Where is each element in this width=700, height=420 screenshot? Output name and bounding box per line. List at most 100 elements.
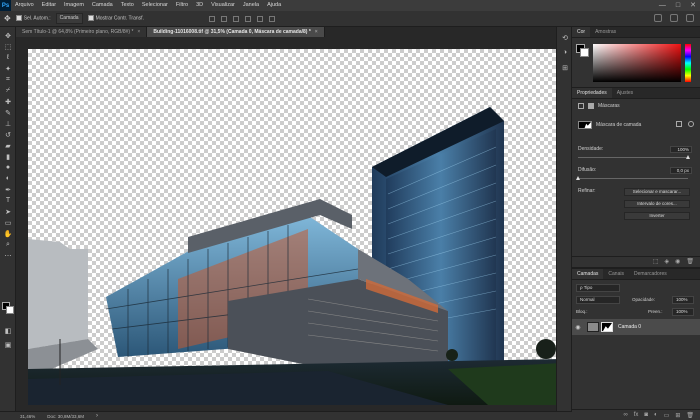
- menu-texto[interactable]: Texto: [117, 0, 138, 11]
- magic-wand-tool-icon[interactable]: ✦: [2, 63, 14, 74]
- menu-visualizar[interactable]: Visualizar: [207, 0, 239, 11]
- density-value[interactable]: 100%: [670, 146, 692, 153]
- eye-icon[interactable]: ◉: [572, 324, 584, 331]
- history-icon[interactable]: ⟲: [560, 33, 570, 42]
- opacity-input[interactable]: 100%: [672, 296, 694, 304]
- color-range-button[interactable]: Intervalo de cores...: [624, 200, 690, 208]
- tab-sem-titulo[interactable]: Sem Título-1 @ 64,8% (Primeiro plano, RG…: [16, 27, 148, 37]
- dodge-tool-icon[interactable]: ◐: [2, 173, 14, 184]
- hand-tool-icon[interactable]: ✋: [2, 228, 14, 239]
- rectangle-tool-icon[interactable]: ▭: [2, 217, 14, 228]
- minimize-button[interactable]: —: [659, 0, 666, 11]
- quick-mask-icon[interactable]: ◧: [2, 325, 14, 336]
- menu-arquivo[interactable]: Arquivo: [11, 0, 38, 11]
- gradient-tool-icon[interactable]: ▮: [2, 151, 14, 162]
- tab-canais[interactable]: Canais: [603, 269, 629, 279]
- clone-stamp-tool-icon[interactable]: ⊥: [2, 118, 14, 129]
- invert-button[interactable]: Inverter: [624, 212, 690, 220]
- eyedropper-tool-icon[interactable]: ⌿: [2, 85, 14, 96]
- menu-ajuda[interactable]: Ajuda: [263, 0, 285, 11]
- layer-row[interactable]: ◉ Camada 0: [572, 319, 700, 335]
- add-mask-icon[interactable]: ◙: [644, 412, 648, 418]
- align-right-icon[interactable]: [268, 15, 275, 22]
- select-and-mask-button[interactable]: Selecionar e mascarar...: [624, 188, 690, 196]
- search-icon[interactable]: [654, 14, 662, 22]
- auto-select-dropdown[interactable]: Camada: [55, 13, 83, 24]
- document-canvas[interactable]: [28, 49, 562, 405]
- vector-mask-icon[interactable]: [588, 103, 594, 109]
- close-window-button[interactable]: ✕: [690, 0, 696, 11]
- close-tab-icon[interactable]: ×: [137, 29, 140, 35]
- menu-3d[interactable]: 3D: [192, 0, 207, 11]
- move-tool-icon[interactable]: ✥: [2, 30, 14, 41]
- menu-filtro[interactable]: Filtro: [172, 0, 192, 11]
- more-tools-icon[interactable]: ⋯: [2, 250, 14, 261]
- feather-value[interactable]: 0,0 px: [670, 167, 692, 174]
- tab-camadas[interactable]: Camadas: [572, 269, 604, 279]
- tab-propriedades[interactable]: Propriedades: [572, 88, 612, 98]
- align-middle-icon[interactable]: [220, 15, 227, 22]
- healing-brush-tool-icon[interactable]: ✚: [2, 96, 14, 107]
- layer-mask-thumbnail[interactable]: [601, 322, 613, 332]
- visibility-icon[interactable]: ◉: [675, 258, 680, 265]
- menu-janela[interactable]: Janela: [239, 0, 263, 11]
- blend-mode-dropdown[interactable]: Normal: [576, 296, 620, 304]
- delete-layer-icon[interactable]: 🗑: [686, 412, 694, 419]
- maximize-button[interactable]: □: [676, 0, 680, 11]
- libraries-icon[interactable]: ⊞: [560, 63, 570, 72]
- show-transform-checkbox[interactable]: Mostrar Contr. Transf.: [87, 15, 144, 22]
- density-slider-knob[interactable]: [686, 155, 690, 159]
- feather-slider[interactable]: [576, 176, 688, 180]
- layer-name[interactable]: Camada 0: [618, 324, 641, 330]
- new-group-icon[interactable]: ▭: [664, 412, 670, 419]
- vector-mask-add-icon[interactable]: [688, 121, 694, 127]
- tab-building[interactable]: Building-11016008.tif @ 31,5% (Camada 0,…: [147, 27, 325, 37]
- fill-input[interactable]: 100%: [672, 308, 694, 316]
- move-tool-icon[interactable]: ✥: [4, 14, 11, 23]
- pixel-mask-icon[interactable]: [578, 103, 584, 109]
- link-layers-icon[interactable]: ∞: [623, 412, 627, 418]
- lasso-tool-icon[interactable]: ℓ: [2, 52, 14, 63]
- type-tool-icon[interactable]: T: [2, 195, 14, 206]
- align-center-icon[interactable]: [256, 15, 263, 22]
- tab-ajustes[interactable]: Ajustes: [612, 88, 638, 98]
- close-tab-icon[interactable]: ×: [315, 29, 318, 35]
- fx-icon[interactable]: fx: [634, 412, 639, 418]
- adjustment-layer-icon[interactable]: ◐: [654, 412, 658, 418]
- feather-slider-knob[interactable]: [576, 176, 580, 180]
- menu-selecionar[interactable]: Selecionar: [138, 0, 172, 11]
- auto-select-checkbox[interactable]: Sel. Autom.:: [15, 15, 51, 22]
- screen-mode-icon[interactable]: ▣: [2, 339, 14, 350]
- align-left-icon[interactable]: [244, 15, 251, 22]
- brush-tool-icon[interactable]: ✎: [2, 107, 14, 118]
- crop-tool-icon[interactable]: ⌗: [2, 74, 14, 85]
- zoom-tool-icon[interactable]: ⌕: [2, 239, 14, 250]
- blur-tool-icon[interactable]: ●: [2, 162, 14, 173]
- workspace-icon[interactable]: [670, 14, 678, 22]
- history-brush-tool-icon[interactable]: ↺: [2, 129, 14, 140]
- delete-mask-icon[interactable]: 🗑: [686, 258, 694, 265]
- tab-demarcadores[interactable]: Demarcadores: [629, 269, 672, 279]
- layer-filter-dropdown[interactable]: ρ Tipo: [576, 284, 620, 292]
- new-layer-icon[interactable]: ⊞: [675, 412, 680, 419]
- tab-amostras[interactable]: Amostras: [590, 27, 621, 37]
- menu-camada[interactable]: Camada: [88, 0, 117, 11]
- status-arrow-icon[interactable]: ›: [96, 413, 98, 419]
- pen-tool-icon[interactable]: ✒: [2, 184, 14, 195]
- zoom-level[interactable]: 31,46%: [20, 414, 35, 419]
- menu-editar[interactable]: Editar: [38, 0, 60, 11]
- color-picker-field[interactable]: [593, 44, 681, 82]
- menu-imagem[interactable]: Imagem: [60, 0, 88, 11]
- eraser-tool-icon[interactable]: ▰: [2, 140, 14, 151]
- load-selection-icon[interactable]: ⬚: [653, 258, 659, 265]
- adjustments-icon[interactable]: ◑: [560, 48, 570, 57]
- align-top-icon[interactable]: [208, 15, 215, 22]
- path-selection-tool-icon[interactable]: ➤: [2, 206, 14, 217]
- apply-mask-icon[interactable]: [676, 121, 682, 127]
- hue-slider[interactable]: [685, 44, 691, 82]
- background-color-swatch[interactable]: [6, 306, 14, 314]
- density-slider[interactable]: [578, 155, 690, 159]
- tab-cor[interactable]: Cor: [572, 27, 591, 37]
- marquee-tool-icon[interactable]: ⬚: [2, 41, 14, 52]
- apply-icon[interactable]: ◈: [665, 258, 670, 265]
